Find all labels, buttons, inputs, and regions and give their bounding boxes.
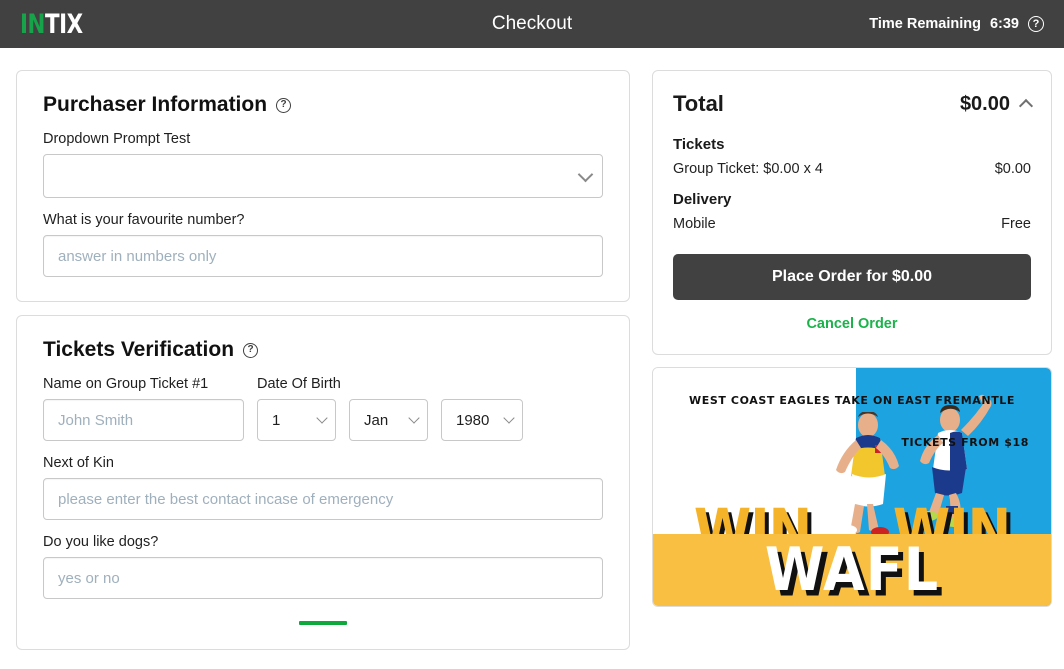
order-total-value: $0.00	[959, 92, 1010, 115]
dob-day-wrapper[interactable]: 1	[257, 399, 336, 441]
name-and-dob-row: Name on Group Ticket #1 Date Of Birth 1	[43, 376, 603, 441]
delivery-section-heading: Delivery	[673, 191, 732, 208]
delivery-line-item: Mobile Free	[673, 216, 1031, 232]
advertisement-headline: WEST COAST EAGLES TAKE ON EAST FREMANTLE	[689, 394, 1016, 407]
tickets-verification-title: Tickets Verification	[43, 338, 235, 361]
dob-day-select[interactable]: 1	[257, 399, 336, 441]
date-of-birth-label: Date Of Birth	[257, 376, 341, 392]
green-accent-bar	[299, 621, 347, 625]
player-eagles-icon	[836, 412, 900, 537]
advertisement-inner: WEST COAST EAGLES TAKE ON EAST FREMANTLE…	[653, 368, 1051, 606]
order-summary-card: Total $0.00 Tickets Group Ticket: $0.00 …	[652, 70, 1052, 355]
player-sharks-icon	[917, 394, 992, 527]
dob-month-select[interactable]: Jan	[349, 399, 428, 441]
intix-logo[interactable]: IN TIX	[20, 11, 83, 38]
cancel-order-link[interactable]: Cancel Order	[673, 316, 1031, 332]
question-circle-icon[interactable]: ?	[1028, 16, 1044, 32]
dob-month-wrapper[interactable]: Jan	[349, 399, 428, 441]
dropdown-prompt-select[interactable]	[43, 154, 603, 198]
order-total-row[interactable]: Total $0.00	[673, 91, 1034, 117]
app-header: IN TIX Checkout Time Remaining 6:39 ?	[0, 0, 1064, 48]
dropdown-prompt-field: Dropdown Prompt Test	[43, 131, 603, 198]
advertisement-wafl-band: WAFL	[653, 534, 1051, 606]
advertisement-wafl-text: WAFL	[764, 534, 940, 605]
date-of-birth-group: Date Of Birth 1 Jan 1980	[257, 376, 523, 441]
forms-column: Purchaser Information ? Dropdown Prompt …	[16, 70, 630, 650]
place-order-button[interactable]: Place Order for $0.00	[673, 254, 1031, 300]
chevron-up-icon[interactable]	[1018, 98, 1034, 114]
purchaser-information-card: Purchaser Information ? Dropdown Prompt …	[16, 70, 630, 302]
dogs-label: Do you like dogs?	[43, 534, 159, 550]
checkout-layout: Purchaser Information ? Dropdown Prompt …	[0, 48, 1064, 650]
tickets-verification-heading: Tickets Verification ?	[43, 338, 603, 362]
time-remaining-label: Time Remaining	[869, 16, 981, 32]
question-circle-icon[interactable]: ?	[276, 97, 292, 113]
submit-button-peek[interactable]	[43, 621, 603, 625]
time-remaining-value: 6:39	[989, 16, 1019, 32]
tickets-section-heading: Tickets	[673, 136, 725, 153]
dob-year-wrapper[interactable]: 1980	[441, 399, 523, 441]
dropdown-prompt-label: Dropdown Prompt Test	[43, 131, 191, 147]
ticket-line-value: $0.00	[994, 161, 1031, 177]
dropdown-prompt-select-wrapper[interactable]	[43, 154, 603, 198]
favourite-number-input[interactable]	[43, 235, 603, 277]
name-on-ticket-label: Name on Group Ticket #1	[43, 376, 209, 392]
ticket-line-item: Group Ticket: $0.00 x 4 $0.00	[673, 161, 1031, 177]
order-total-label: Total	[673, 91, 724, 116]
dob-year-select[interactable]: 1980	[441, 399, 523, 441]
favourite-number-field: What is your favourite number?	[43, 212, 603, 277]
advertisement-tickets-text: TICKETS FROM $18	[901, 436, 1029, 449]
delivery-line-value: Free	[1001, 216, 1031, 232]
dogs-field: Do you like dogs?	[43, 534, 603, 599]
order-total-right: $0.00	[959, 92, 1034, 116]
tickets-verification-card: Tickets Verification ? Name on Group Tic…	[16, 315, 630, 650]
delivery-line-label: Mobile	[673, 216, 716, 232]
logo-in-text: IN	[20, 8, 45, 40]
next-of-kin-input[interactable]	[43, 478, 603, 520]
question-circle-icon[interactable]: ?	[243, 342, 259, 358]
name-on-ticket-field: Name on Group Ticket #1	[43, 376, 244, 441]
name-on-ticket-input[interactable]	[43, 399, 244, 441]
ticket-line-label: Group Ticket: $0.00 x 4	[673, 161, 823, 177]
next-of-kin-label: Next of Kin	[43, 455, 114, 471]
purchaser-information-title: Purchaser Information	[43, 93, 268, 116]
time-remaining-group: Time Remaining 6:39 ?	[869, 16, 1044, 32]
logo-tix-text: TIX	[44, 8, 83, 40]
favourite-number-label: What is your favourite number?	[43, 212, 245, 228]
advertisement-banner[interactable]: WEST COAST EAGLES TAKE ON EAST FREMANTLE…	[652, 367, 1052, 607]
next-of-kin-field: Next of Kin	[43, 455, 603, 520]
dogs-input[interactable]	[43, 557, 603, 599]
purchaser-information-heading: Purchaser Information ?	[43, 93, 603, 117]
order-summary-column: Total $0.00 Tickets Group Ticket: $0.00 …	[652, 70, 1052, 607]
